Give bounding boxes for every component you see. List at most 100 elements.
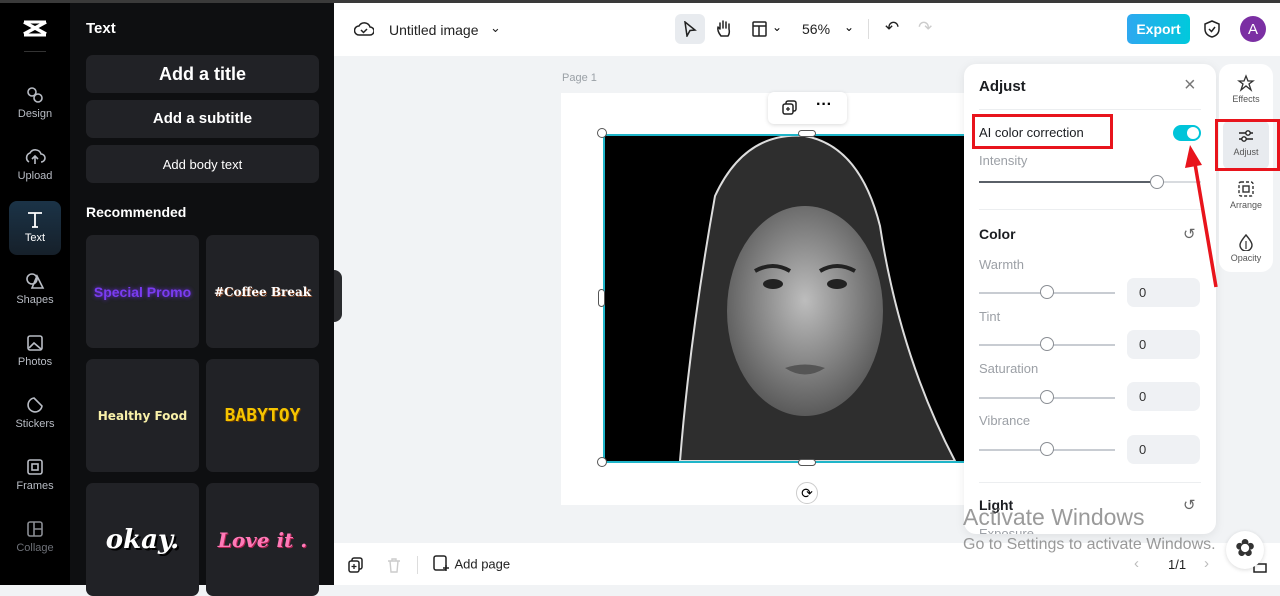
resize-handle[interactable]	[798, 459, 816, 466]
divider	[417, 556, 418, 574]
add-title-button[interactable]: Add a title	[86, 55, 319, 93]
text-icon	[28, 212, 42, 228]
add-page-button[interactable]: Add page	[433, 555, 510, 575]
close-icon[interactable]: ×	[1184, 74, 1196, 97]
vibrance-slider-knob[interactable]	[1040, 442, 1054, 456]
tint-value-input[interactable]: 0	[1127, 330, 1200, 359]
select-tool-button[interactable]	[675, 14, 705, 44]
adjust-title: Adjust	[979, 78, 1026, 95]
intensity-slider-knob[interactable]	[1149, 175, 1164, 189]
rail-label: Collage	[16, 542, 54, 554]
design-icon	[27, 87, 43, 103]
delete-page-icon[interactable]	[387, 557, 401, 573]
layout-chevron-icon[interactable]: ⌄	[772, 20, 782, 34]
saturation-slider-knob[interactable]	[1040, 390, 1054, 404]
hand-tool-icon[interactable]	[715, 19, 733, 39]
rail-item-frames[interactable]: Frames	[9, 449, 61, 503]
arrange-button[interactable]: Arrange	[1223, 174, 1269, 222]
rail-item-upload[interactable]: Upload	[9, 139, 61, 193]
zoom-level[interactable]: 56%	[802, 21, 830, 37]
tile-label: BABYTOY	[224, 405, 301, 426]
layout-icon[interactable]	[752, 21, 768, 37]
rail-label: Upload	[17, 170, 53, 182]
resize-handle[interactable]	[597, 128, 607, 138]
vibrance-value-input[interactable]: 0	[1127, 435, 1200, 464]
upload-icon	[25, 149, 46, 164]
title-dropdown-chevron-icon[interactable]: ⌄	[490, 20, 501, 36]
divider	[24, 51, 46, 52]
text-panel: Text Add a title Add a subtitle Add body…	[70, 3, 334, 596]
ai-color-correction-toggle[interactable]	[1173, 125, 1201, 141]
activate-windows-hint: Go to Settings to activate Windows.	[963, 536, 1216, 553]
resize-handle[interactable]	[598, 289, 605, 307]
add-page-label: Add page	[454, 556, 511, 572]
zoom-chevron-icon[interactable]: ⌄	[844, 20, 854, 34]
rail-label: Effects	[1232, 94, 1260, 104]
text-template-tile[interactable]: BABYTOY	[206, 359, 319, 472]
rail-item-photos[interactable]: Photos	[9, 325, 61, 379]
reset-light-icon[interactable]: ↺	[1183, 496, 1196, 514]
text-template-tile[interactable]: Love it .	[206, 483, 319, 596]
chatgpt-extension-icon[interactable]: ✿	[1226, 531, 1264, 569]
rail-label: Design	[17, 108, 53, 120]
color-section-title: Color	[979, 226, 1016, 242]
highlight-box-ai-label	[972, 114, 1113, 149]
next-page-icon[interactable]: ›	[1204, 555, 1209, 572]
text-template-tile[interactable]: #Coffee Break	[206, 235, 319, 348]
resize-handle[interactable]	[597, 457, 607, 467]
add-subtitle-button[interactable]: Add a subtitle	[86, 100, 319, 138]
capcut-logo[interactable]	[22, 19, 48, 44]
selected-photo[interactable]	[603, 134, 973, 463]
frames-icon	[27, 459, 43, 475]
cloud-saved-icon	[354, 22, 374, 36]
text-template-tile[interactable]: Healthy Food	[86, 359, 199, 472]
resize-handle[interactable]	[798, 130, 816, 137]
tint-label: Tint	[979, 309, 1001, 324]
intensity-slider[interactable]	[979, 181, 1201, 183]
duplicate-page-icon[interactable]	[348, 557, 364, 573]
undo-icon[interactable]: ↶	[885, 18, 899, 38]
document-title[interactable]: Untitled image	[389, 22, 479, 38]
annotation-arrow	[1185, 145, 1218, 288]
divider	[979, 482, 1201, 483]
arrange-icon	[1238, 181, 1254, 197]
more-options-icon[interactable]: ···	[816, 96, 832, 114]
rotate-handle-icon[interactable]: ⟳	[796, 482, 818, 504]
text-template-tile[interactable]: Special Promo	[86, 235, 199, 348]
tint-slider-knob[interactable]	[1040, 337, 1054, 351]
opacity-button[interactable]: Opacity	[1223, 227, 1269, 275]
duplicate-icon[interactable]	[782, 100, 798, 116]
page-label: Page 1	[562, 72, 597, 84]
redo-icon[interactable]: ↷	[918, 18, 932, 38]
rail-label: Shapes	[16, 294, 54, 306]
effects-button[interactable]: Effects	[1223, 68, 1269, 116]
warmth-slider-knob[interactable]	[1040, 285, 1054, 299]
saturation-label: Saturation	[979, 361, 1039, 376]
add-page-icon	[433, 555, 449, 572]
tile-label: okay.	[105, 524, 180, 555]
add-body-text-button[interactable]: Add body text	[86, 145, 319, 183]
rail-item-design[interactable]: Design	[9, 77, 61, 131]
previous-page-icon[interactable]: ‹	[1134, 555, 1139, 572]
tile-label: Love it .	[217, 527, 308, 552]
export-button[interactable]: Export	[1127, 14, 1190, 44]
effects-icon	[1237, 74, 1255, 92]
rail-item-stickers[interactable]: Stickers	[9, 387, 61, 441]
warmth-label: Warmth	[979, 257, 1025, 272]
saturation-value-input[interactable]: 0	[1127, 382, 1200, 411]
rail-label: Stickers	[15, 418, 55, 430]
rail-label: Opacity	[1230, 253, 1262, 263]
rail-item-shapes[interactable]: Shapes	[9, 263, 61, 317]
portrait-image	[678, 134, 957, 462]
collapse-panel-handle[interactable]	[334, 270, 342, 322]
avatar[interactable]: A	[1240, 16, 1266, 42]
shield-icon[interactable]	[1204, 20, 1220, 38]
rail-item-collage[interactable]: Collage	[9, 511, 61, 565]
text-template-tile[interactable]: okay.	[86, 483, 199, 596]
rail-item-text[interactable]: Text	[9, 201, 61, 255]
rail-label: Frames	[16, 480, 54, 492]
divider	[979, 109, 1201, 110]
divider	[868, 19, 869, 39]
shapes-icon	[26, 273, 45, 289]
vibrance-label: Vibrance	[979, 413, 1031, 428]
